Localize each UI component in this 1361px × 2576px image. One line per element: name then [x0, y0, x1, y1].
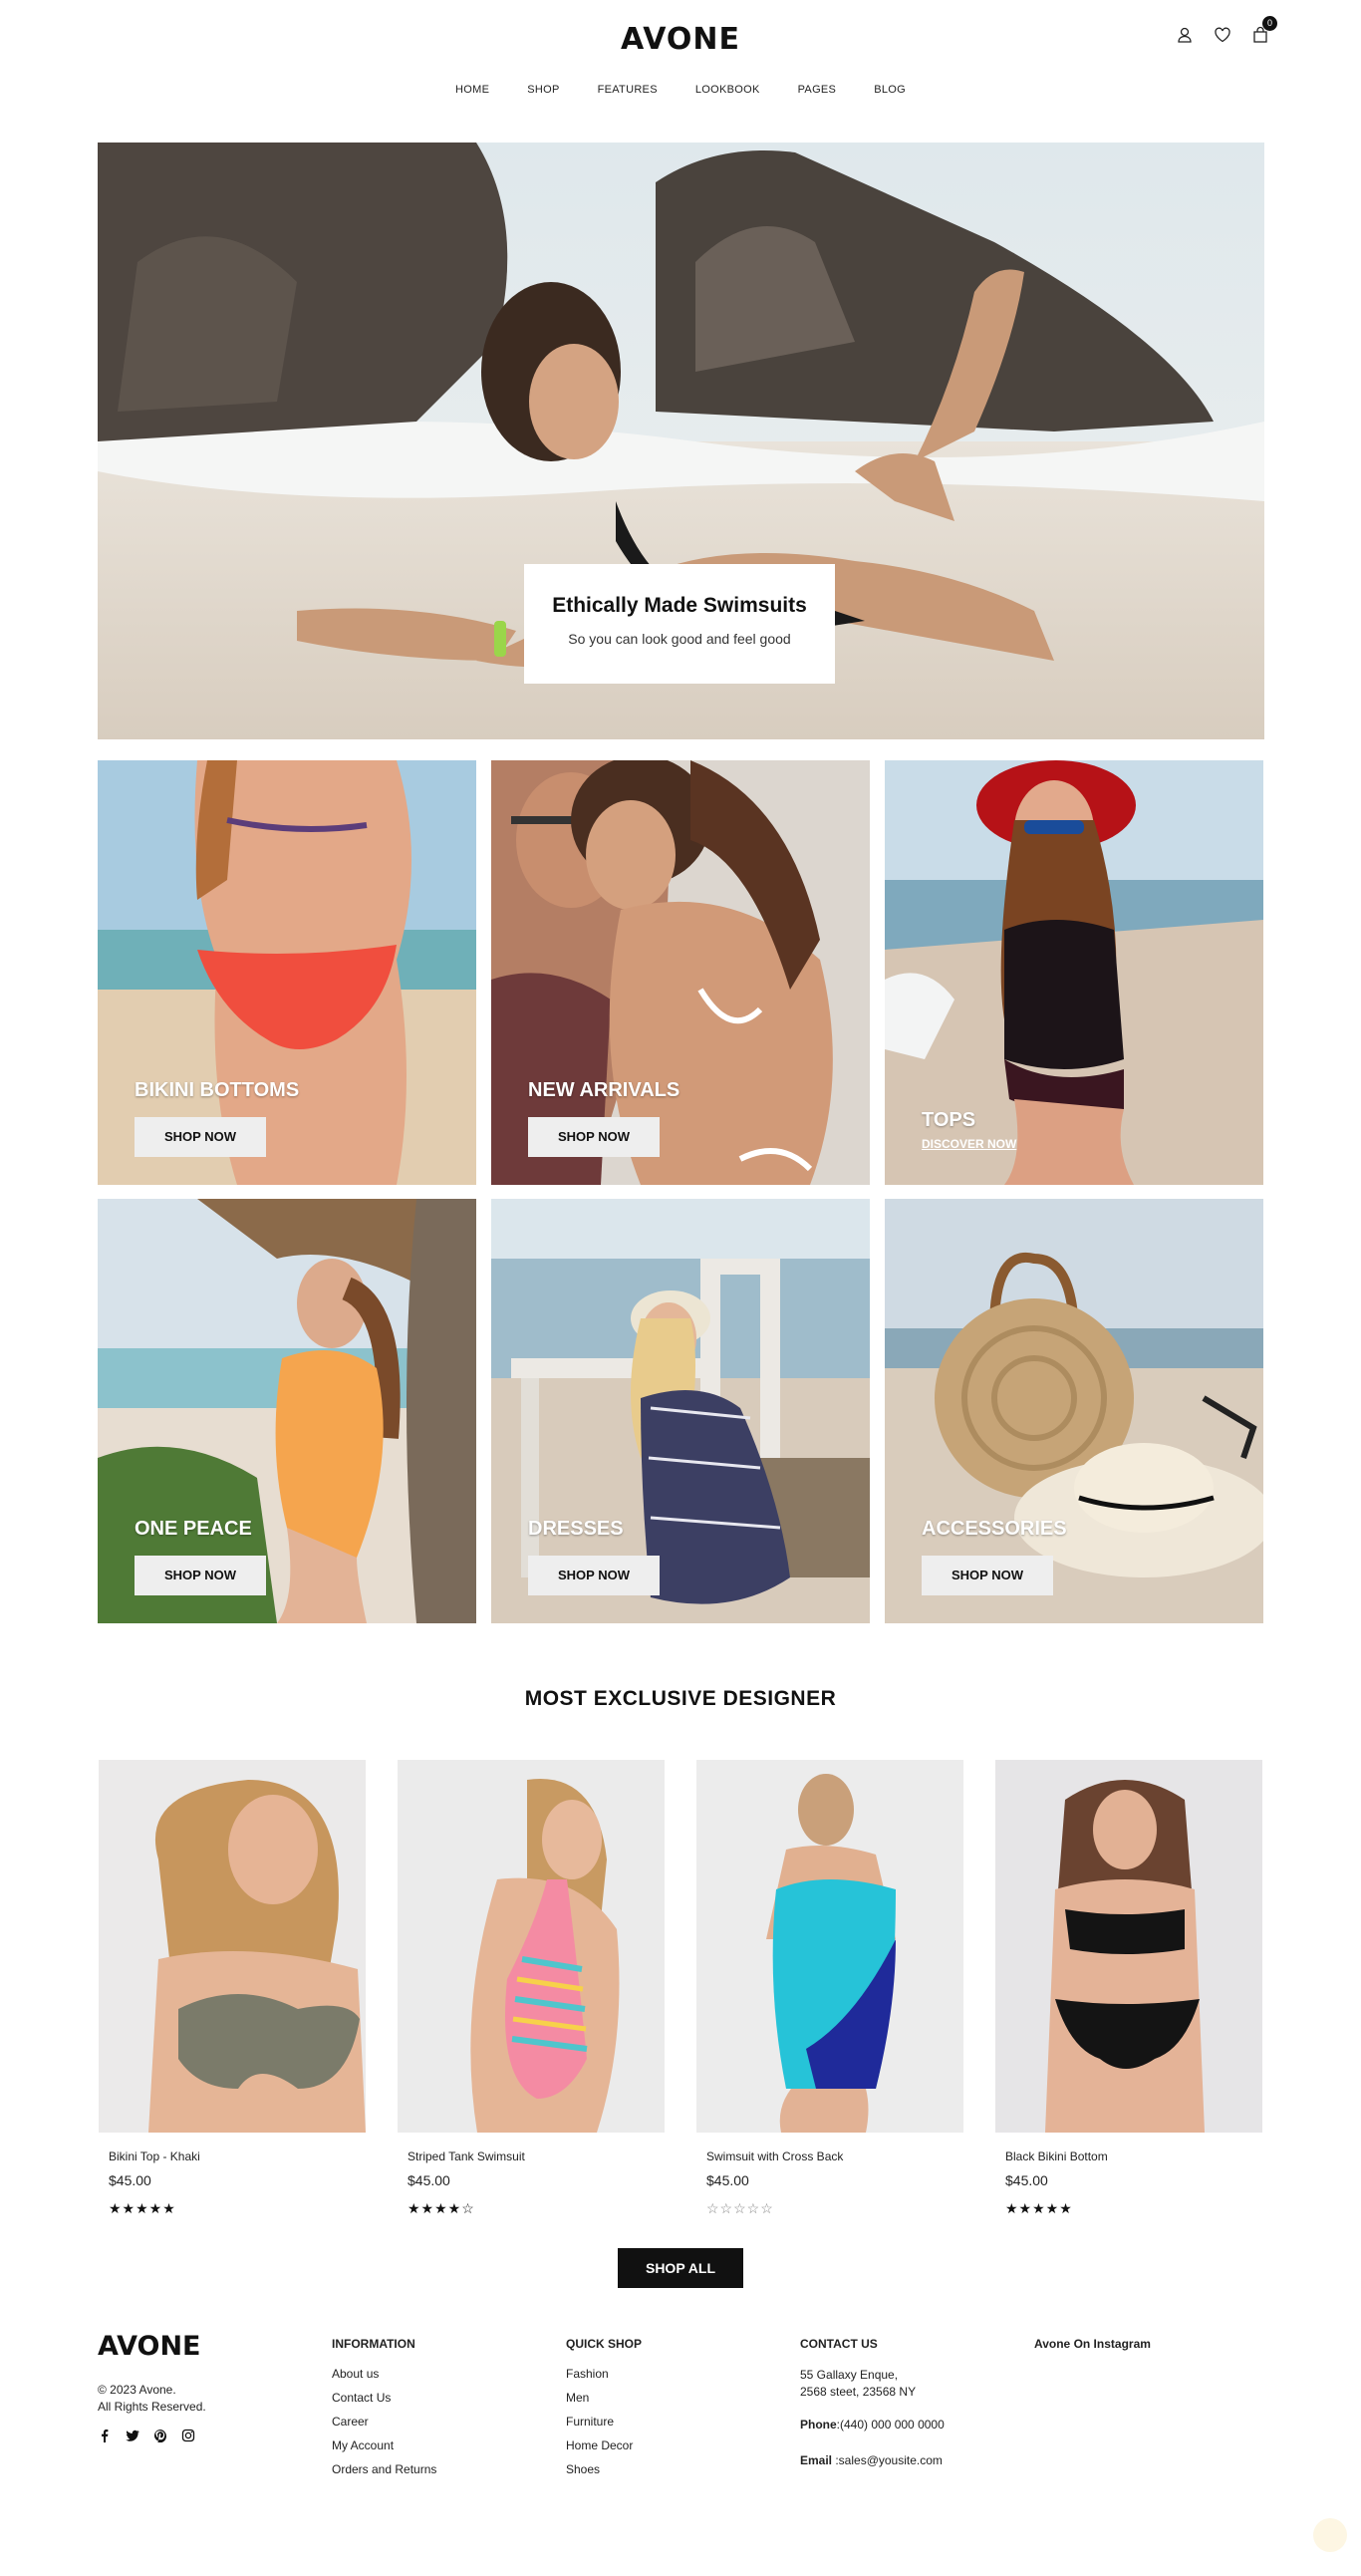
footer-link-contact-us[interactable]: Contact Us [332, 2391, 436, 2405]
footer-link-my-account[interactable]: My Account [332, 2438, 436, 2452]
footer-column-title: QUICK SHOP [566, 2337, 643, 2351]
footer-link-men[interactable]: Men [566, 2391, 642, 2405]
category-tile-accessories[interactable]: ACCESSORIES SHOP NOW [885, 1199, 1263, 1623]
products-section-title: MOST EXCLUSIVE DESIGNER [524, 1687, 837, 1710]
footer-link-fashion[interactable]: Fashion [566, 2367, 642, 2381]
category-title: TOPS [922, 1109, 976, 1131]
wishlist-heart-icon[interactable] [1214, 26, 1231, 44]
product-rating-stars: ★★★★★ [109, 2200, 176, 2216]
category-title: BIKINI BOTTOMS [135, 1079, 300, 1101]
product-image[interactable] [398, 1760, 665, 2133]
email-label: Email [800, 2453, 833, 2467]
cart-bag-icon[interactable]: 0 [1251, 16, 1277, 44]
footer-instagram-column: Avone On Instagram [1034, 2337, 1151, 2367]
hero-banner[interactable]: Ethically Made Swimsuits So you can look… [98, 143, 1264, 739]
main-nav: HOME SHOP FEATURES LOOKBOOK PAGES BLOG [0, 75, 1361, 105]
footer-contact-column: CONTACT US 55 Gallaxy Enque, 2568 steet,… [800, 2337, 945, 2467]
product-rating-stars: ★★★★★ [1005, 2200, 1073, 2216]
product-name[interactable]: Swimsuit with Cross Back [706, 2149, 963, 2163]
footer-column-title: Avone On Instagram [1034, 2337, 1151, 2351]
address-line-1: 55 Gallaxy Enque, [800, 2368, 899, 2382]
bikini-top-khaki-image [99, 1760, 366, 2133]
category-tile-dresses[interactable]: DRESSES SHOP NOW [491, 1199, 870, 1623]
product-rating-stars: ☆☆☆☆☆ [706, 2200, 774, 2216]
site-logo[interactable]: AVONE [621, 22, 740, 57]
hero-caption-card: Ethically Made Swimsuits So you can look… [524, 564, 835, 684]
shop-now-button[interactable]: SHOP NOW [528, 1117, 660, 1157]
swimsuit-with-cross-back-image [696, 1760, 963, 2133]
product-image[interactable] [995, 1760, 1262, 2133]
copyright-line-1: © 2023 Avone. [98, 2383, 176, 2397]
product-price: $45.00 [1005, 2172, 1048, 2188]
instagram-icon[interactable] [181, 2429, 195, 2442]
hero-title: Ethically Made Swimsuits [552, 594, 807, 617]
phone-number[interactable]: :(440) 000 000 0000 [837, 2418, 945, 2432]
product-card[interactable]: Swimsuit with Cross Back $45.00 ☆☆☆☆☆ [696, 1760, 963, 2217]
footer-logo[interactable]: AVONE [98, 2331, 200, 2362]
category-title: ACCESSORIES [922, 1518, 1067, 1540]
nav-features[interactable]: FEATURES [598, 84, 658, 96]
category-tile-bikini-bottoms[interactable]: BIKINI BOTTOMS SHOP NOW [98, 760, 476, 1185]
category-title: ONE PEACE [135, 1518, 252, 1540]
header-icons: 0 [1176, 16, 1277, 44]
footer-address: 55 Gallaxy Enque, 2568 steet, 23568 NY [800, 2367, 945, 2401]
product-name[interactable]: Bikini Top - Khaki [109, 2149, 366, 2163]
footer-column-title: INFORMATION [332, 2337, 415, 2351]
shop-now-button[interactable]: SHOP NOW [135, 1556, 266, 1595]
footer-quick-shop-column: QUICK SHOP Fashion Men Furniture Home De… [566, 2337, 642, 2486]
category-title: NEW ARRIVALS [528, 1079, 680, 1101]
nav-home[interactable]: HOME [455, 84, 489, 96]
discover-now-link[interactable]: DISCOVER NOW [922, 1137, 1016, 1151]
footer-link-about-us[interactable]: About us [332, 2367, 436, 2381]
black-bikini-bottom-image [995, 1760, 1262, 2133]
category-tile-new-arrivals[interactable]: NEW ARRIVALS SHOP NOW [491, 760, 870, 1185]
footer-email: Email :sales@yousite.com [800, 2453, 945, 2467]
twitter-icon[interactable] [126, 2429, 139, 2442]
category-title: DRESSES [528, 1518, 624, 1540]
shop-now-button[interactable]: SHOP NOW [922, 1556, 1053, 1595]
product-price: $45.00 [109, 2172, 151, 2188]
footer-column-title: CONTACT US [800, 2337, 878, 2351]
shop-all-button[interactable]: SHOP ALL [618, 2248, 743, 2288]
copyright: © 2023 Avone. All Rights Reserved. [98, 2382, 206, 2416]
social-links [98, 2429, 195, 2442]
account-icon[interactable] [1176, 26, 1194, 44]
product-image[interactable] [696, 1760, 963, 2133]
footer-link-orders-returns[interactable]: Orders and Returns [332, 2462, 436, 2476]
product-card[interactable]: Striped Tank Swimsuit $45.00 ★★★★☆ [398, 1760, 665, 2217]
back-to-top-button[interactable] [1313, 2518, 1347, 2552]
product-card[interactable]: Black Bikini Bottom $45.00 ★★★★★ [995, 1760, 1262, 2217]
copyright-line-2: All Rights Reserved. [98, 2400, 206, 2414]
hero-subtitle: So you can look good and feel good [568, 631, 791, 647]
nav-lookbook[interactable]: LOOKBOOK [695, 84, 760, 96]
address-line-2: 2568 steet, 23568 NY [800, 2385, 917, 2399]
product-rating-stars: ★★★★☆ [408, 2200, 475, 2216]
shop-now-button[interactable]: SHOP NOW [528, 1556, 660, 1595]
facebook-icon[interactable] [98, 2429, 112, 2442]
site-header: AVONE 0 [0, 0, 1361, 75]
footer-link-home-decor[interactable]: Home Decor [566, 2438, 642, 2452]
nav-blog[interactable]: BLOG [874, 84, 906, 96]
category-tile-one-peace[interactable]: ONE PEACE SHOP NOW [98, 1199, 476, 1623]
shop-now-button[interactable]: SHOP NOW [135, 1117, 266, 1157]
product-price: $45.00 [408, 2172, 450, 2188]
product-card[interactable]: Bikini Top - Khaki $45.00 ★★★★★ [99, 1760, 366, 2217]
footer-link-shoes[interactable]: Shoes [566, 2462, 642, 2476]
footer-link-career[interactable]: Career [332, 2415, 436, 2429]
nav-shop[interactable]: SHOP [527, 84, 559, 96]
pinterest-icon[interactable] [153, 2429, 167, 2442]
striped-tank-swimsuit-image [398, 1760, 665, 2133]
phone-label: Phone [800, 2418, 837, 2432]
product-price: $45.00 [706, 2172, 749, 2188]
product-name[interactable]: Black Bikini Bottom [1005, 2149, 1262, 2163]
footer-link-furniture[interactable]: Furniture [566, 2415, 642, 2429]
category-tile-tops[interactable]: TOPS DISCOVER NOW [885, 760, 1263, 1185]
cart-count-badge: 0 [1262, 16, 1277, 31]
product-name[interactable]: Striped Tank Swimsuit [408, 2149, 665, 2163]
footer-information-column: INFORMATION About us Contact Us Career M… [332, 2337, 436, 2486]
email-address[interactable]: :sales@yousite.com [832, 2453, 943, 2467]
nav-pages[interactable]: PAGES [798, 84, 837, 96]
product-image[interactable] [99, 1760, 366, 2133]
footer-phone: Phone:(440) 000 000 0000 [800, 2418, 945, 2432]
